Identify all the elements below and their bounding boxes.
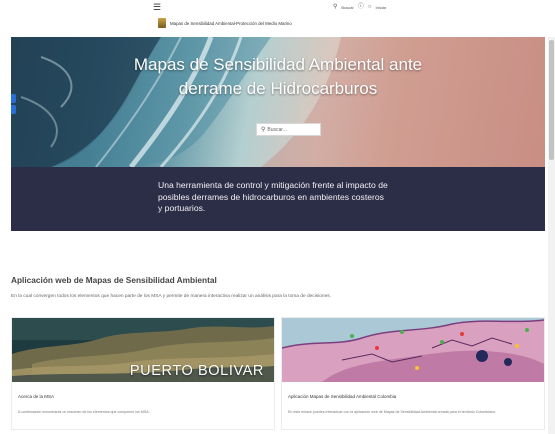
side-tabs — [11, 94, 16, 116]
intro-band: Una herramienta de control y mitigación … — [11, 167, 545, 231]
search-icon[interactable]: ⚲ — [333, 4, 337, 10]
card-aplicacion-msa[interactable]: Aplicación Mapas de Sensibilidad Ambient… — [281, 317, 545, 430]
scrollbar-thumb[interactable] — [549, 40, 554, 160]
brand[interactable]: Mapas de Sensibilidad Ambiental-Protecci… — [158, 18, 292, 28]
search-icon: ⚲ — [261, 126, 266, 133]
card-image-map — [282, 318, 544, 382]
card-image-puerto-bolivar: PUERTO BOLIVAR — [12, 318, 274, 382]
site-title: Mapas de Sensibilidad Ambiental-Protecci… — [170, 20, 292, 26]
hero-title: Mapas de Sensibilidad Ambiental ante der… — [11, 53, 545, 101]
side-tab-2[interactable] — [11, 105, 16, 114]
user-icon[interactable]: ○ — [368, 4, 372, 10]
top-navigation-bar: ☰ ⚲ Buscar ⓘ ○ Iniciar Mapas de Sensibil… — [0, 0, 555, 37]
help-icon[interactable]: ⓘ — [358, 4, 364, 10]
side-tab-1[interactable] — [11, 94, 16, 103]
hero-banner: Mapas de Sensibilidad Ambiental ante der… — [11, 37, 545, 167]
card-image-caption: PUERTO BOLIVAR — [129, 363, 264, 379]
signin-link[interactable]: Iniciar — [376, 5, 387, 10]
card-description: En este enlace puedes interactuar con la… — [288, 410, 496, 414]
card-description: A continuación encontrarás un resumen de… — [18, 410, 150, 414]
hero-search-input[interactable] — [267, 126, 318, 133]
card-acerca-msa[interactable]: PUERTO BOLIVAR Acerca de la MSA A contin… — [11, 317, 275, 430]
hamburger-icon[interactable]: ☰ — [153, 3, 161, 12]
header-actions: ⚲ Buscar ⓘ ○ Iniciar — [333, 4, 386, 10]
hero-title-line-2: derrame de Hidrocarburos — [178, 79, 378, 98]
card-title[interactable]: Acerca de la MSA — [18, 394, 54, 399]
card-title[interactable]: Aplicación Mapas de Sensibilidad Ambient… — [288, 394, 396, 399]
hero-search-box[interactable]: ⚲ — [256, 123, 321, 136]
hero-title-line-1: Mapas de Sensibilidad Ambiental ante — [133, 55, 423, 74]
section-subtitle: En la cual convergen todos los elementos… — [11, 294, 331, 299]
logo — [158, 18, 166, 28]
section-title: Aplicación web de Mapas de Sensibilidad … — [11, 275, 217, 285]
header-search-label[interactable]: Buscar — [341, 5, 353, 10]
sensitivity-map-thumbnail — [282, 318, 544, 382]
intro-text: Una herramienta de control y mitigación … — [158, 180, 388, 213]
